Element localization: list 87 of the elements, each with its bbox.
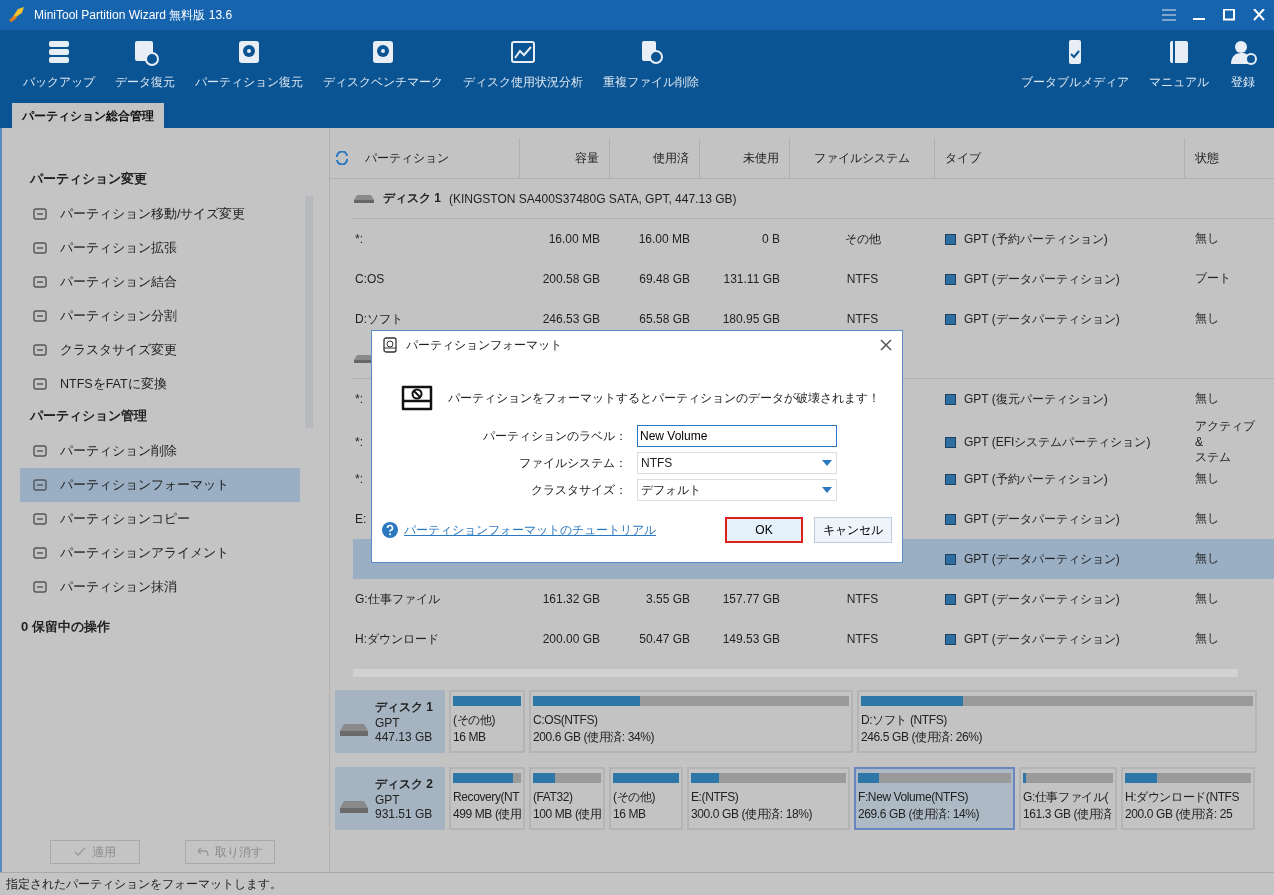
table-cell: 3.55 GB — [645, 592, 690, 606]
table-cell: 無し — [1195, 551, 1219, 567]
partition-label: E:(NTFS) — [691, 789, 740, 806]
table-cell: GPT (EFIシステムパーティション) — [964, 433, 1151, 451]
table-cell: 無し — [1195, 591, 1219, 607]
table-cell: 180.95 GB — [722, 312, 780, 326]
disk-name: ディスク 1 — [375, 699, 433, 716]
table-cell: GPT (復元パーティション) — [964, 390, 1108, 408]
table-cell: 149.53 GB — [722, 632, 780, 646]
table-cell-text: アクティブ & ステム — [1195, 419, 1256, 466]
partition-size: 16 MB — [613, 806, 647, 823]
pending-operations: 0 保留中の操作 — [20, 618, 111, 636]
field-label: クラスタサイズ： — [530, 481, 627, 499]
table-cell: NTFS — [846, 632, 879, 646]
disk-style: GPT — [375, 793, 401, 807]
table-cell: 65.58 GB — [639, 312, 690, 326]
section-heading: パーティション管理 — [28, 407, 148, 425]
window-title: MiniTool Partition Wizard 無料版 13.6 — [34, 6, 233, 24]
table-cell: H:ダウンロード — [355, 630, 439, 648]
disk-detail: (KINGSTON SA400S37480G SATA, GPT, 447.13 GB) — [449, 191, 737, 206]
partition-label: (その他) — [453, 712, 496, 729]
partition-label: C:OS(NTFS) — [533, 712, 599, 729]
table-cell: 無し — [1195, 631, 1219, 647]
table-cell: G:仕事ファイル — [355, 590, 440, 608]
table-cell: NTFS — [846, 592, 879, 606]
partition-size: 161.3 GB (使用済 — [1023, 806, 1113, 823]
field-label: ファイルシステム： — [518, 454, 627, 472]
status-text: 指定されたパーティションをフォーマットします。 — [6, 875, 282, 893]
table-cell: *: — [355, 232, 363, 246]
table-cell: D:ソフト — [355, 310, 403, 328]
table-cell: ブート — [1195, 271, 1231, 287]
partition-size: 269.6 GB (使用済: 14%) — [858, 806, 981, 823]
partition-size: 100 MB (使用 — [533, 806, 601, 823]
dialog-title: パーティションフォーマット — [406, 336, 562, 354]
table-cell: その他 — [844, 230, 881, 248]
table-cell: 16.00 MB — [638, 232, 690, 246]
table-cell: 16.00 MB — [548, 232, 600, 246]
partition-size: 16 MB — [453, 729, 487, 746]
partition-label: Recovery(NT — [453, 789, 521, 806]
disk-name: ディスク 2 — [375, 776, 433, 793]
table-cell: NTFS — [846, 272, 879, 286]
table-cell: 69.48 GB — [639, 272, 690, 286]
table-cell: *: — [355, 472, 363, 486]
partition-label: (FAT32) — [533, 789, 574, 806]
disk-name: ディスク 1 — [383, 190, 441, 207]
partition-label: F:New Volume(NTFS) — [858, 789, 970, 806]
partition-size: 300.0 GB (使用済: 18%) — [691, 806, 814, 823]
table-cell: NTFS — [846, 312, 879, 326]
table-cell: 200.58 GB — [542, 272, 600, 286]
table-cell: 無し — [1195, 471, 1219, 487]
table-cell: *: — [355, 392, 363, 406]
partition-label: G:仕事ファイル( — [1023, 789, 1110, 806]
table-cell: GPT (データパーティション) — [964, 550, 1120, 568]
table-cell: C:OS — [355, 272, 385, 286]
warning-message: パーティションをフォーマットするとパーティションのデータが破壊されます！ — [448, 389, 880, 407]
table-cell: GPT (データパーティション) — [964, 590, 1120, 608]
table-cell: GPT (データパーティション) — [964, 270, 1120, 288]
table-cell: 161.32 GB — [542, 592, 600, 606]
table-cell: 無し — [1195, 231, 1219, 247]
table-cell: E: — [355, 512, 367, 526]
table-cell: 無し — [1195, 391, 1219, 407]
disk-style: GPT — [375, 716, 401, 730]
table-cell: GPT (データパーティション) — [964, 630, 1120, 648]
field-label: パーティションのラベル： — [482, 427, 627, 445]
table-cell: *: — [355, 435, 363, 450]
table-cell: GPT (予約パーティション) — [964, 470, 1108, 488]
partition-size: 246.5 GB (使用済: 26%) — [861, 729, 984, 746]
partition-label: D:ソフト (NTFS) — [861, 712, 948, 729]
partition-size: 499 MB (使用 — [453, 806, 521, 823]
table-cell: 0 B — [762, 232, 780, 246]
table-cell: 131.11 GB — [723, 272, 780, 286]
partition-label: (その他) — [613, 789, 656, 806]
table-cell: 50.47 GB — [639, 632, 690, 646]
table-cell: 無し — [1195, 511, 1219, 527]
table-cell: 無し — [1195, 311, 1219, 327]
table-cell: 246.53 GB — [542, 312, 600, 326]
table-cell: GPT (データパーティション) — [964, 510, 1120, 528]
partition-size: 200.0 GB (使用済: 25 — [1125, 806, 1234, 823]
table-cell: GPT (予約パーティション) — [964, 230, 1108, 248]
partition-label: H:ダウンロード(NTFS — [1125, 789, 1241, 806]
table-cell: 200.00 GB — [542, 632, 600, 646]
disk-size: 447.13 GB — [375, 730, 433, 744]
section-heading: パーティション変更 — [28, 170, 148, 188]
table-cell: GPT (データパーティション) — [964, 310, 1120, 328]
partition-size: 200.6 GB (使用済: 34%) — [533, 729, 656, 746]
table-cell: 157.77 GB — [722, 592, 780, 606]
disk-size: 931.51 GB — [375, 807, 433, 821]
